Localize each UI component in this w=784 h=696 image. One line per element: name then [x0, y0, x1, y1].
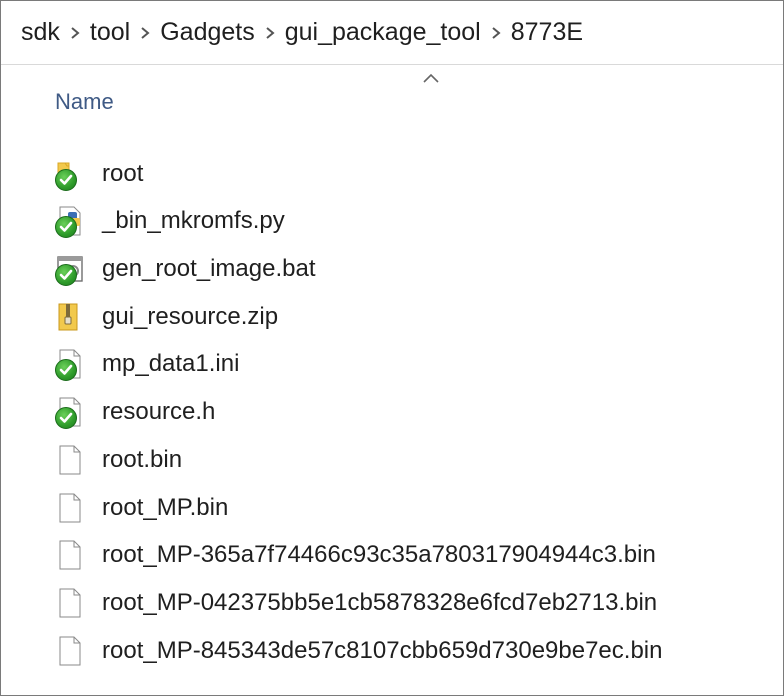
file-icon — [55, 634, 85, 668]
file-icon — [55, 586, 85, 620]
header-file-icon — [55, 395, 85, 429]
file-row[interactable]: gui_resource.zip — [55, 294, 278, 340]
file-row[interactable]: resource.h — [55, 389, 215, 435]
file-row[interactable]: gen_root_image.bat — [55, 246, 316, 292]
chevron-right-icon[interactable] — [60, 26, 90, 40]
chevron-right-icon[interactable] — [130, 26, 160, 40]
file-name: resource.h — [102, 398, 216, 425]
file-icon — [55, 443, 85, 477]
file-name: _bin_mkromfs.py — [102, 207, 285, 234]
file-row[interactable]: _bin_mkromfs.py — [55, 198, 285, 244]
file-row[interactable]: root_MP-042375bb5e1cb5878328e6fcd7eb2713… — [55, 580, 657, 626]
file-row[interactable]: root_MP.bin — [55, 485, 228, 531]
breadcrumb-item-8773e[interactable]: 8773E — [511, 18, 583, 47]
file-icon — [55, 538, 85, 572]
python-file-icon — [55, 204, 85, 238]
file-name: gen_root_image.bat — [102, 255, 316, 282]
file-name: gui_resource.zip — [102, 303, 279, 330]
file-name: root.bin — [102, 446, 183, 473]
file-row[interactable]: root — [55, 151, 143, 197]
file-row[interactable]: mp_data1.ini — [55, 341, 239, 387]
sync-check-icon — [55, 169, 77, 191]
sync-check-icon — [55, 407, 77, 429]
zip-folder-icon — [55, 300, 85, 334]
ini-file-icon — [55, 347, 85, 381]
batch-file-icon — [55, 252, 85, 286]
breadcrumb-item-gui-package-tool[interactable]: gui_package_tool — [285, 18, 481, 47]
chevron-right-icon[interactable] — [481, 26, 511, 40]
file-name: root_MP-365a7f74466c93c35a780317904944c3… — [102, 541, 656, 568]
sync-check-icon — [55, 216, 77, 238]
file-row[interactable]: root.bin — [55, 437, 182, 483]
breadcrumb-item-tool[interactable]: tool — [90, 18, 130, 47]
breadcrumb: sdk tool Gadgets gui_package_tool 8773E — [1, 1, 783, 65]
sync-check-icon — [55, 359, 77, 381]
breadcrumb-item-gadgets[interactable]: Gadgets — [160, 18, 255, 47]
file-row[interactable]: root_MP-845343de57c8107cbb659d730e9be7ec… — [55, 628, 662, 674]
chevron-right-icon[interactable] — [255, 26, 285, 40]
file-name: root_MP.bin — [102, 494, 229, 521]
file-name: root_MP-042375bb5e1cb5878328e6fcd7eb2713… — [102, 589, 658, 616]
file-explorer-window: sdk tool Gadgets gui_package_tool 8773E … — [0, 0, 784, 696]
file-icon — [55, 491, 85, 525]
file-name: root — [102, 160, 144, 187]
file-name: mp_data1.ini — [102, 350, 240, 377]
file-row[interactable]: root_MP-365a7f74466c93c35a780317904944c3… — [55, 532, 656, 578]
column-header-name[interactable]: Name — [55, 89, 114, 115]
breadcrumb-item-sdk[interactable]: sdk — [21, 18, 60, 47]
sync-check-icon — [55, 264, 77, 286]
folder-icon — [55, 157, 85, 191]
sort-ascending-icon[interactable] — [421, 71, 441, 85]
file-name: root_MP-845343de57c8107cbb659d730e9be7ec… — [102, 637, 663, 664]
